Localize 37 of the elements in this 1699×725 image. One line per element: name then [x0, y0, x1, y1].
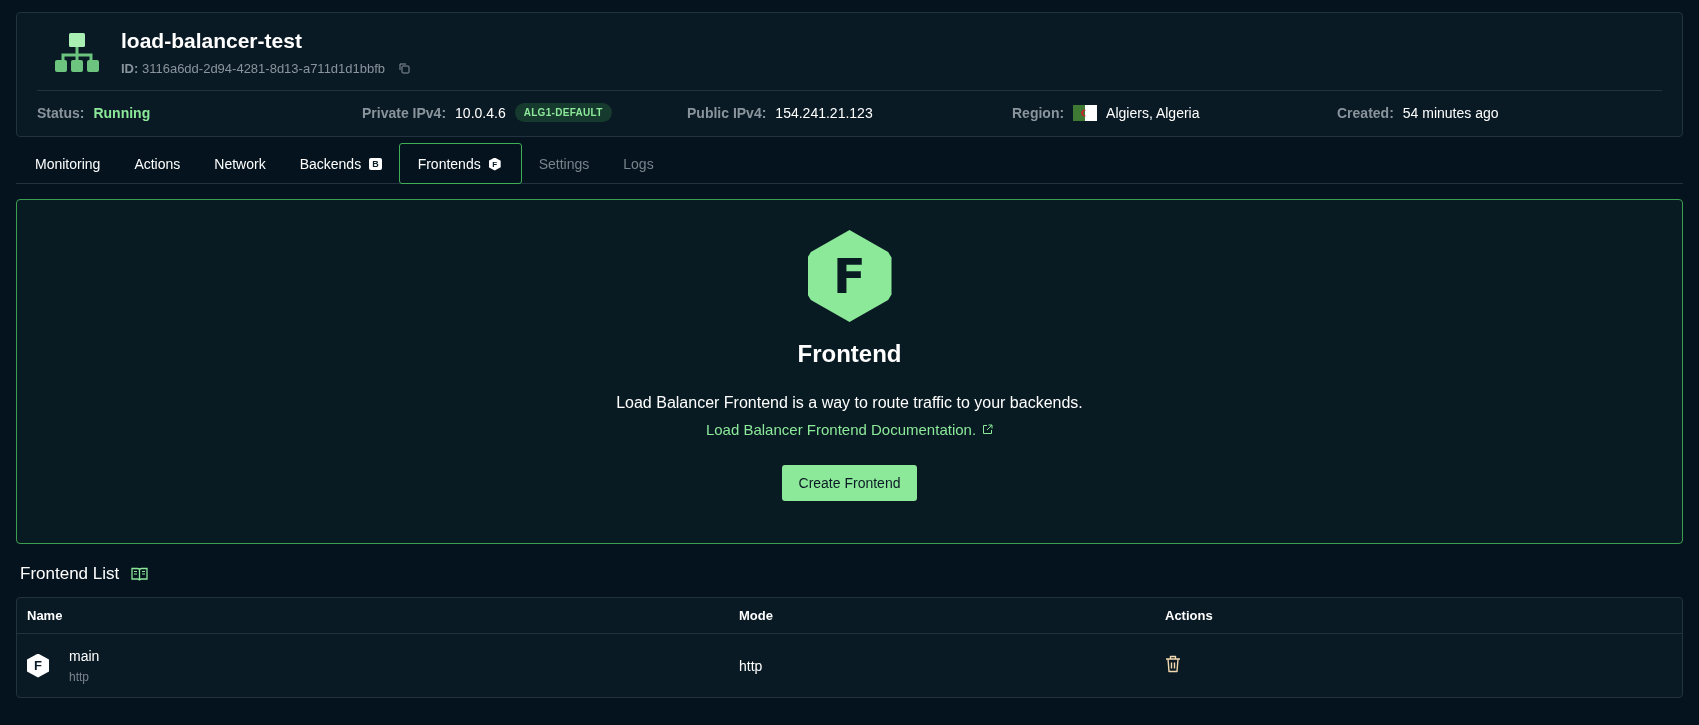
tab[interactable]: Network [197, 143, 283, 184]
detail-label: Region: [1012, 104, 1065, 121]
trash-icon[interactable] [1165, 655, 1181, 673]
create-frontend-button[interactable]: Create Frontend [781, 465, 918, 501]
network-tag: ALG1-DEFAULT [514, 103, 612, 122]
detail-value: 10.0.4.6 [455, 104, 506, 121]
frontend-protocol: http [69, 669, 90, 684]
frontend-name: main [69, 647, 100, 664]
tab[interactable]: Monitoring [18, 143, 118, 184]
table-cell-text: http [739, 657, 764, 674]
status-value: Running [93, 104, 151, 121]
column-header: Name [27, 608, 64, 623]
column-header: Mode [739, 608, 774, 623]
empty-state-title: Frontend [797, 340, 902, 368]
tab-count-badge: F [488, 157, 501, 171]
tab[interactable]: Actions [117, 143, 198, 184]
detail-value: Algiers, Algeria [1106, 104, 1200, 121]
column-header: Actions [1165, 608, 1214, 623]
flag-icon [1073, 104, 1098, 121]
section-title: Frontend List [20, 564, 120, 584]
empty-state-description: Load Balancer Frontend is a way to route traffic to your backends. [616, 394, 1083, 412]
load-balancer-icon [55, 32, 99, 73]
detail-value: 54 minutes ago [1402, 104, 1499, 121]
detail-label: Private IPv4: [362, 104, 447, 121]
detail-label: Public IPv4: [687, 104, 767, 121]
copy-icon[interactable] [399, 63, 411, 74]
external-link-icon[interactable] [982, 424, 994, 435]
resource-id: ID: 3116a6dd-2d94-4281-8d13-a711d1d1bbfb [121, 61, 386, 76]
documentation-link[interactable]: Load Balancer Frontend Documentation. [705, 421, 977, 438]
tab-count-badge: B [369, 158, 382, 170]
detail-label: Created: [1337, 104, 1394, 121]
detail-value: 154.241.21.123 [775, 104, 873, 121]
tab[interactable]: Backends B [282, 143, 399, 184]
tab[interactable]: Frontends F [398, 143, 522, 184]
detail-label: Status: [37, 104, 85, 121]
resource-title: load-balancer-test [121, 29, 303, 53]
book-icon[interactable] [131, 566, 149, 582]
